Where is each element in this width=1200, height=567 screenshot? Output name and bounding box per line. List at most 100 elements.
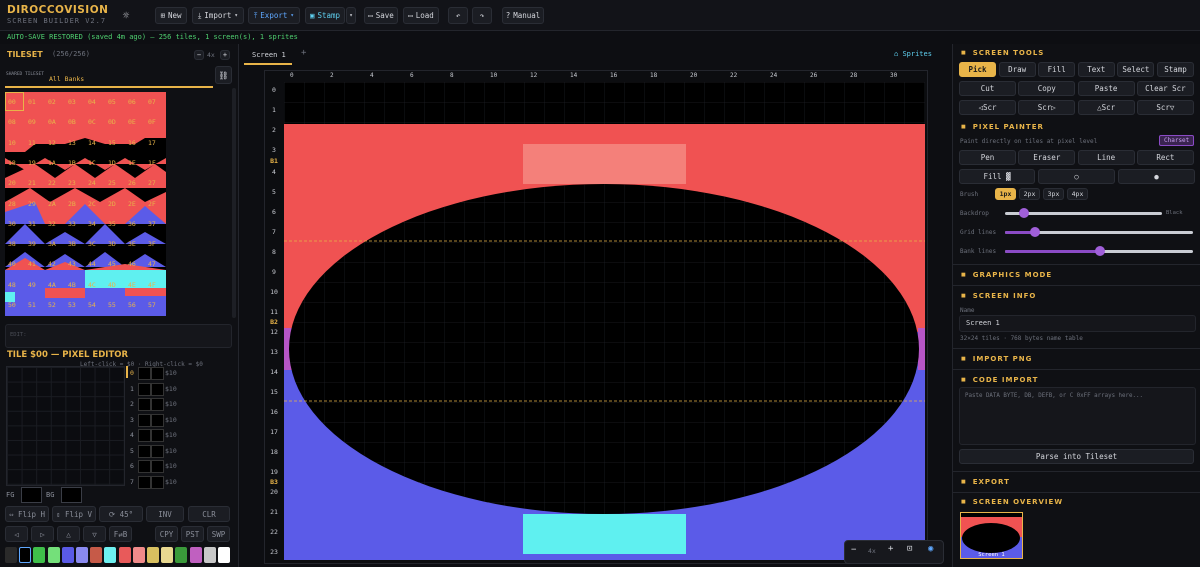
charset-badge[interactable]: Charset xyxy=(1159,135,1195,146)
rotate-button[interactable]: ⟳ 45° xyxy=(99,506,143,522)
export-button[interactable]: ⤒ Export ▾ xyxy=(248,7,300,24)
painter-rect-button[interactable]: Rect xyxy=(1136,150,1194,165)
link-button[interactable]: ⛓ xyxy=(215,66,232,84)
new-button[interactable]: ⊞ New xyxy=(155,7,187,24)
stamp-button[interactable]: ▣ Stamp xyxy=(305,7,345,24)
tool-fill-button[interactable]: Fill xyxy=(1038,62,1076,77)
copy-button[interactable]: Copy xyxy=(1018,81,1076,96)
grid-lines-slider[interactable] xyxy=(1030,227,1040,237)
paste-tile-button[interactable]: PST xyxy=(181,526,204,542)
undo-button[interactable]: ↶ xyxy=(448,7,468,24)
palette-swatch[interactable] xyxy=(104,547,117,563)
tileset-zoom-out-button[interactable]: − xyxy=(194,50,204,60)
screen-thumbnail[interactable]: Screen 1 xyxy=(960,512,1023,559)
fg-color-swatch[interactable] xyxy=(21,487,42,503)
zoom-in-button[interactable]: + xyxy=(888,544,893,554)
shift-screen-up-button[interactable]: △Scr xyxy=(1077,100,1135,115)
shift-screen-right-button[interactable]: Scr▷ xyxy=(1018,100,1076,115)
palette-swatch[interactable] xyxy=(61,547,74,563)
fit-button[interactable]: ⊡ xyxy=(907,544,912,554)
palette-swatch[interactable] xyxy=(189,547,202,563)
tool-draw-button[interactable]: Draw xyxy=(998,62,1036,77)
palette-swatch[interactable] xyxy=(19,547,32,563)
save-button[interactable]: ▭ Save xyxy=(364,7,398,24)
flip-h-button[interactable]: ⇔ Flip H xyxy=(5,506,49,522)
palette-swatch[interactable] xyxy=(175,547,188,563)
copy-tile-button[interactable]: CPY xyxy=(155,526,178,542)
redo-button[interactable]: ↷ xyxy=(472,7,492,24)
flip-v-button[interactable]: ⇕ Flip V xyxy=(52,506,96,522)
graphics-mode-title[interactable]: GRAPHICS MODE xyxy=(961,271,1052,279)
pixel-row-bg[interactable] xyxy=(151,444,164,458)
brush-2px-button[interactable]: 2px xyxy=(1019,188,1040,200)
palette-swatch[interactable] xyxy=(90,547,103,563)
paste-button[interactable]: Paste xyxy=(1077,81,1135,96)
palette-swatch[interactable] xyxy=(147,547,159,563)
pixel-row-fg[interactable] xyxy=(138,429,151,442)
circle-tool-button[interactable]: ○ xyxy=(1038,169,1115,184)
zoom-out-button[interactable]: − xyxy=(851,545,856,555)
palette-swatch[interactable] xyxy=(76,547,88,563)
palette-swatch[interactable] xyxy=(218,547,230,563)
export-title[interactable]: EXPORT xyxy=(961,478,1010,486)
bank-select[interactable]: All Banks xyxy=(5,70,213,88)
painter-eraser-button[interactable]: Eraser xyxy=(1018,150,1076,165)
sprites-toggle[interactable]: ⌂ Sprites xyxy=(894,50,932,58)
add-screen-tab-button[interactable]: + xyxy=(301,48,306,58)
pixel-row-bg[interactable] xyxy=(151,382,164,396)
pixel-row-bg[interactable] xyxy=(151,460,164,473)
palette-swatch[interactable] xyxy=(118,547,131,563)
filled-circle-tool-button[interactable]: ● xyxy=(1118,169,1195,184)
palette-swatch[interactable] xyxy=(5,547,17,563)
backdrop-slider[interactable] xyxy=(1019,208,1029,218)
pixel-row-fg[interactable] xyxy=(138,367,151,380)
stamp-menu-button[interactable]: ▾ xyxy=(346,7,356,24)
shift-up-button[interactable]: △ xyxy=(57,526,80,542)
tool-select-button[interactable]: Select xyxy=(1117,62,1155,77)
shift-screen-left-button[interactable]: ◁Scr xyxy=(959,100,1016,115)
bg-color-swatch[interactable] xyxy=(61,487,82,503)
bank-lines-slider[interactable] xyxy=(1095,246,1105,256)
brush-1px-button[interactable]: 1px xyxy=(995,188,1016,200)
tool-stamp-button[interactable]: Stamp xyxy=(1157,62,1194,77)
fill-tool-button[interactable]: Fill ▓ xyxy=(959,169,1035,184)
tileset-scrollbar[interactable] xyxy=(232,88,236,318)
theme-toggle-button[interactable]: ☼ xyxy=(117,7,135,24)
brush-4px-button[interactable]: 4px xyxy=(1067,188,1088,200)
pixel-row-bg[interactable] xyxy=(151,475,164,489)
clear-button[interactable]: CLR xyxy=(188,506,230,522)
import-button[interactable]: ⤓ Import ▾ xyxy=(192,7,244,24)
shift-right-button[interactable]: ▷ xyxy=(31,526,54,542)
screen-name-input[interactable]: Screen 1 xyxy=(959,315,1196,332)
painter-pen-button[interactable]: Pen xyxy=(959,150,1016,165)
pixel-row-fg[interactable] xyxy=(138,398,151,411)
pixel-row-bg[interactable] xyxy=(151,398,164,411)
palette-swatch[interactable] xyxy=(47,547,60,563)
pixel-row-fg[interactable] xyxy=(138,460,151,473)
tool-pick-button[interactable]: Pick xyxy=(959,62,996,77)
pixel-row-bg[interactable] xyxy=(151,367,164,380)
clear-scr-button[interactable]: Clear Scr xyxy=(1136,81,1194,96)
tileset-grid[interactable]: 00 01 02 03 04 05 06 07 08 09 0A 0B 0C 0D 0E 0F 10 11 12 13… xyxy=(5,92,166,316)
tileset-zoom-in-button[interactable]: + xyxy=(220,50,230,60)
eye-icon[interactable]: ◉ xyxy=(928,544,933,554)
palette-swatch[interactable] xyxy=(161,547,174,563)
import-png-title[interactable]: IMPORT PNG xyxy=(961,355,1032,363)
code-import-textarea[interactable]: Paste DATA BYTE, DB, DEFB, or C 0xFF arr… xyxy=(959,387,1196,445)
parse-into-tileset-button[interactable]: Parse into Tileset xyxy=(959,449,1194,464)
pixel-row-bg[interactable] xyxy=(151,413,164,427)
pixel-row-fg[interactable] xyxy=(138,413,151,427)
screen-canvas[interactable] xyxy=(284,82,925,560)
brush-3px-button[interactable]: 3px xyxy=(1043,188,1064,200)
pixel-row-fg[interactable] xyxy=(138,444,151,458)
tile-edit-field[interactable]: EDIT: xyxy=(5,324,232,348)
shift-screen-down-button[interactable]: Scr▽ xyxy=(1136,100,1194,115)
painter-line-button[interactable]: Line xyxy=(1077,150,1135,165)
swap-fg-bg-button[interactable]: F⇄B xyxy=(109,526,132,542)
pixel-row-bg[interactable] xyxy=(151,429,164,442)
load-button[interactable]: ▭ Load xyxy=(403,7,439,24)
swap-tile-button[interactable]: SWP xyxy=(207,526,230,542)
shift-down-button[interactable]: ▽ xyxy=(83,526,106,542)
screen-tab[interactable]: Screen 1 xyxy=(244,47,292,65)
pixel-row-fg[interactable] xyxy=(138,475,151,489)
